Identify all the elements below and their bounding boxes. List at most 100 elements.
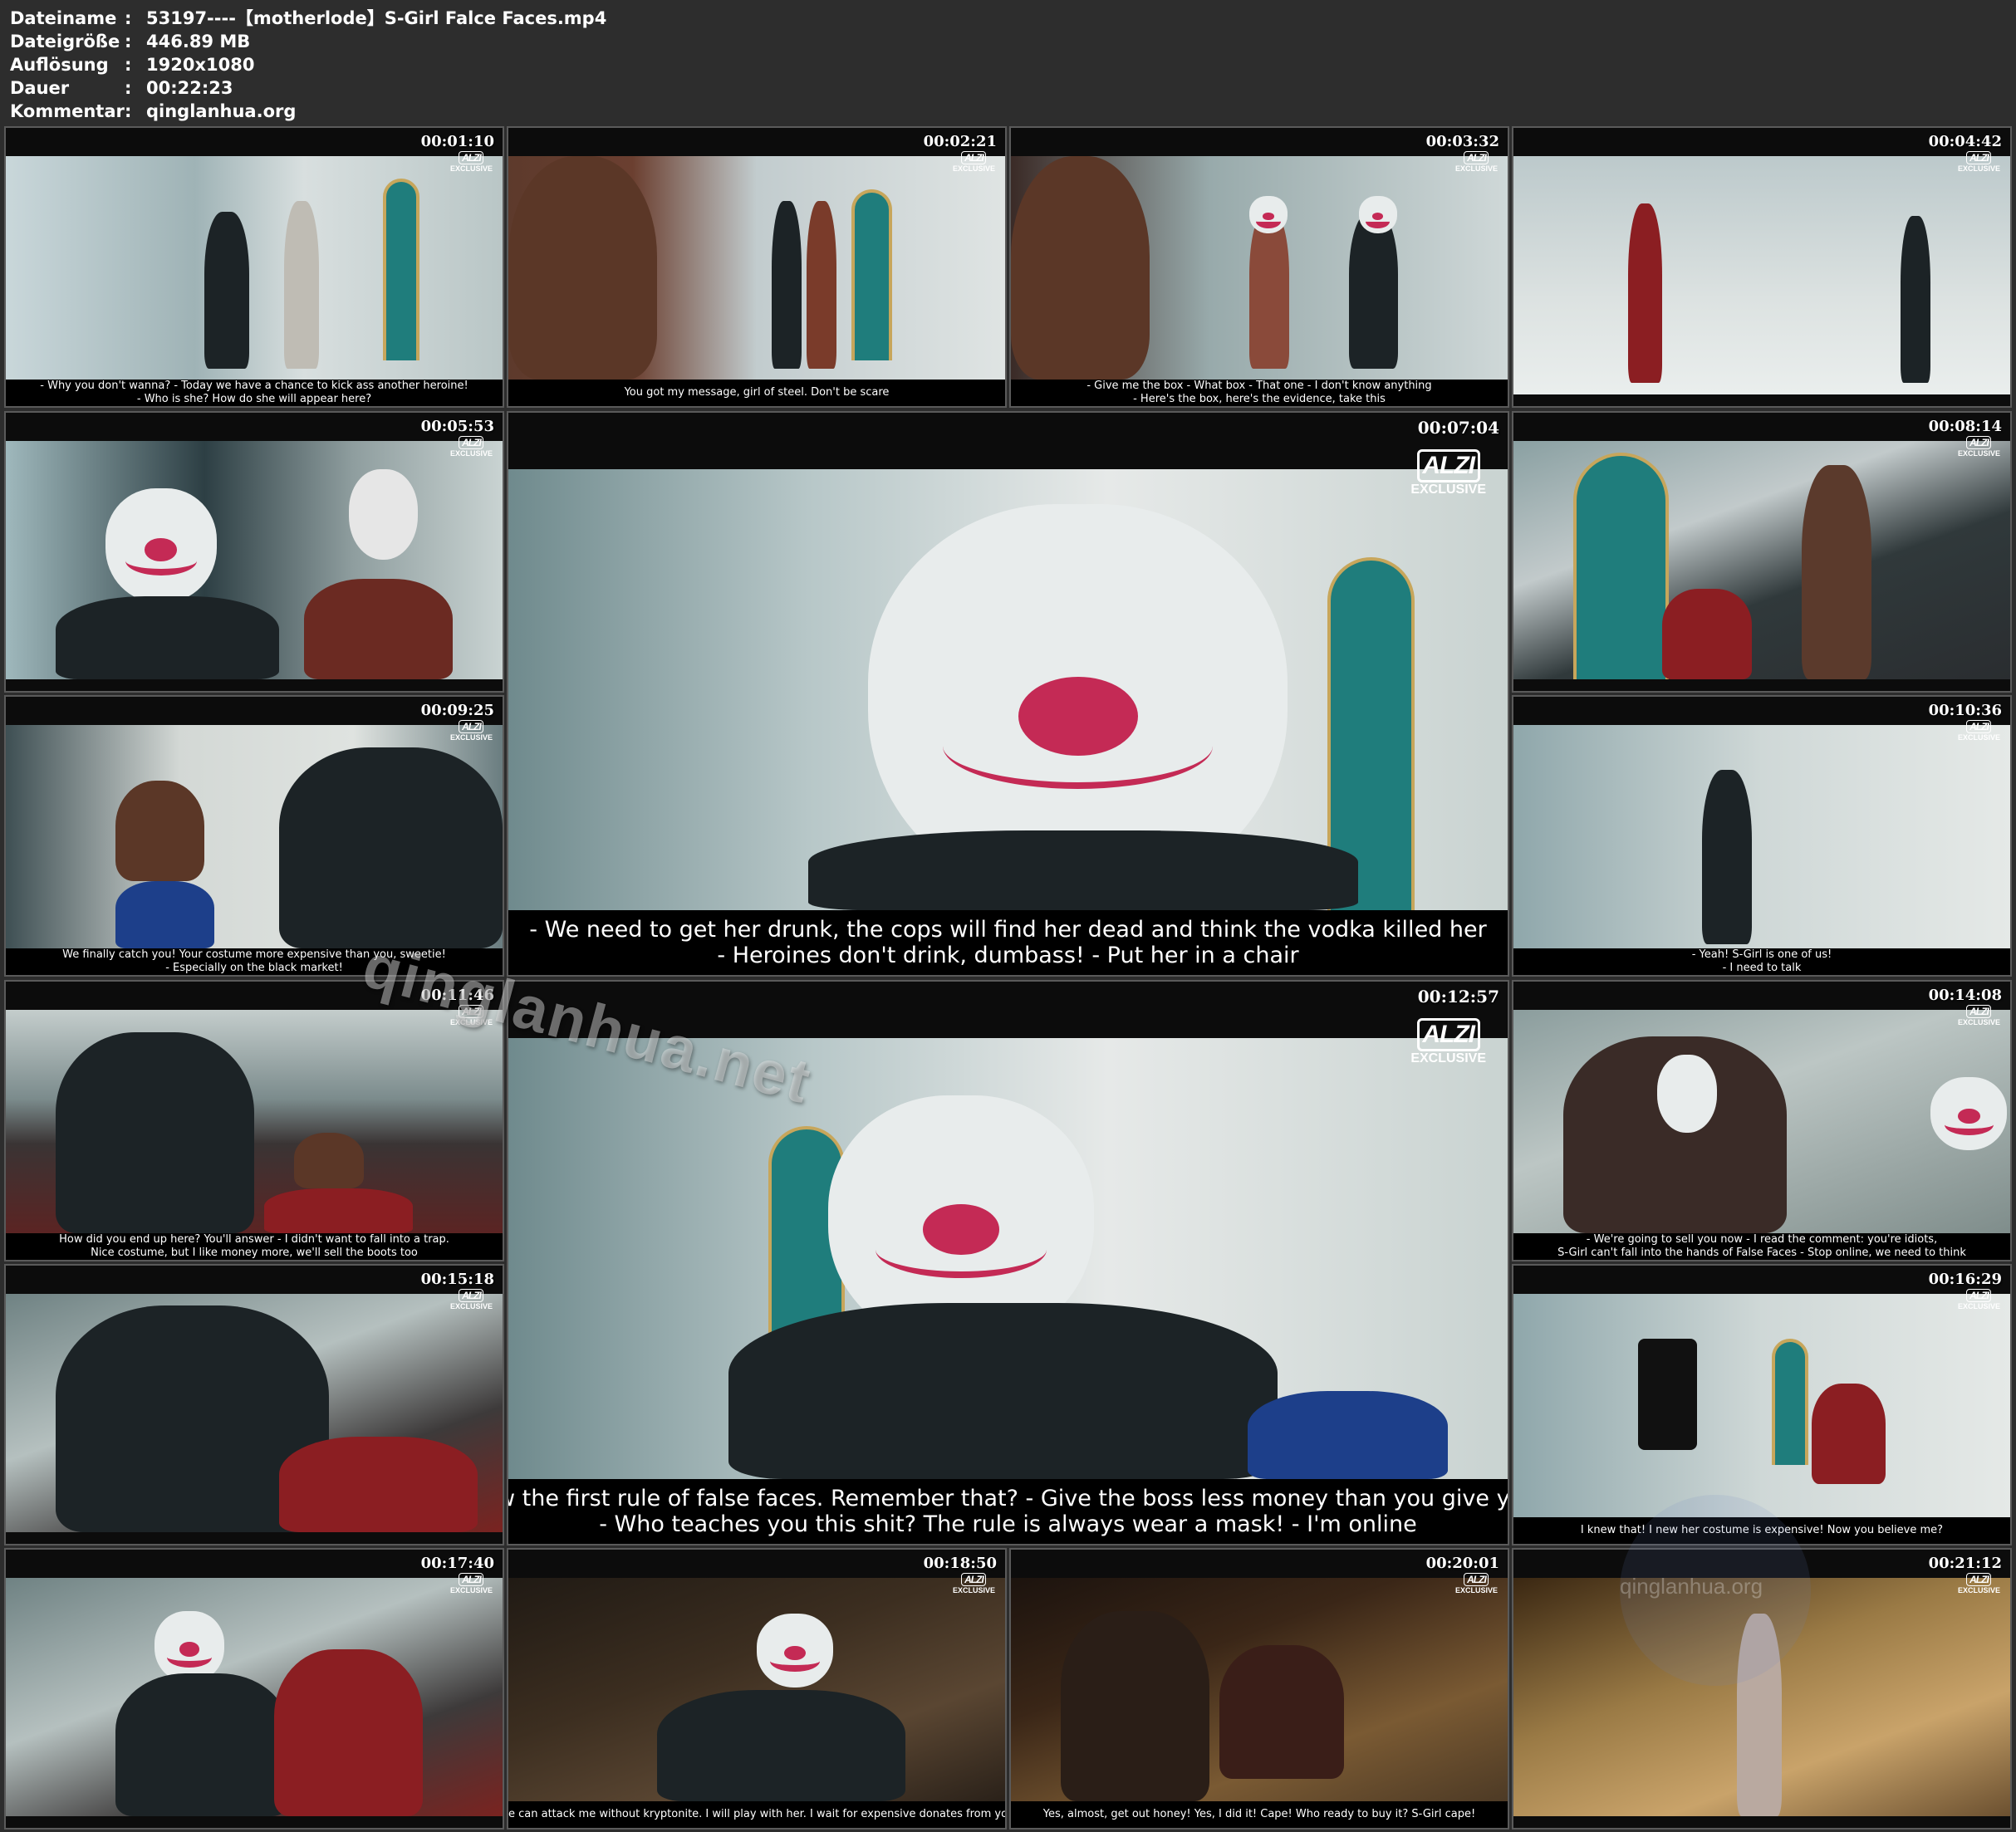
heroine-figure bbox=[1248, 1390, 1448, 1479]
subtitle-bar: How did you end up here? You'll answer -… bbox=[6, 1233, 503, 1260]
subtitle-line: - Heroines don't drink, dumbass! - Put h… bbox=[717, 943, 1299, 968]
phone bbox=[1637, 1338, 1698, 1451]
logo-subtext: EXCLUSIVE bbox=[1957, 1586, 2000, 1594]
timestamp-label: 00:17:40 bbox=[420, 1555, 494, 1572]
person-figure bbox=[278, 747, 503, 948]
subtitle-bar: Yes, almost, get out honey! Yes, I did i… bbox=[1011, 1801, 1508, 1828]
thumbnail-frame[interactable]: 00:07:04 ALZI EXCLUSIVE - We need to get he… bbox=[508, 413, 1508, 975]
subtitle-line: - We're going to sell you now - I read t… bbox=[1586, 1233, 1938, 1246]
timestamp-label: 00:10:36 bbox=[1928, 702, 2002, 719]
heroine-figure bbox=[1662, 588, 1753, 679]
info-value: 00:22:23 bbox=[146, 78, 233, 98]
thumbnail-frame[interactable]: 00:01:10 ALZI EXCLUSIVE - Why you don't wan… bbox=[6, 128, 503, 406]
logo-mark: ALZI bbox=[1966, 1289, 1992, 1302]
mirror-arch bbox=[1572, 453, 1670, 679]
hair bbox=[115, 781, 205, 882]
thumbnail-frame[interactable]: 00:14:08 ALZI EXCLUSIVE - We're going to se… bbox=[1513, 982, 2010, 1260]
person-figure bbox=[283, 200, 319, 369]
timestamp-label: 00:16:29 bbox=[1928, 1271, 2002, 1288]
subtitle-line: She can attack me without kryptonite. I … bbox=[508, 1808, 1005, 1820]
logo-subtext: EXCLUSIVE bbox=[1454, 164, 1498, 173]
video-frame-image bbox=[1011, 1578, 1508, 1801]
video-frame-image bbox=[508, 156, 1005, 380]
subtitle-bar: She can attack me without kryptonite. I … bbox=[508, 1801, 1005, 1828]
video-frame-image bbox=[1513, 441, 2010, 679]
thumbnail-frame[interactable]: 00:02:21 ALZI EXCLUSIVE You got my message,… bbox=[508, 128, 1005, 406]
info-key: Dateigröße bbox=[10, 32, 120, 51]
thumbnail-frame[interactable]: 00:10:36 ALZI EXCLUSIVE - Yeah! S-Girl is o… bbox=[1513, 697, 2010, 975]
hair bbox=[508, 156, 658, 380]
logo-subtext: EXCLUSIVE bbox=[952, 1586, 995, 1594]
logo-mark: ALZI bbox=[459, 1289, 484, 1302]
logo-subtext: EXCLUSIVE bbox=[1454, 1586, 1498, 1594]
person-figure bbox=[1901, 215, 1931, 383]
thumbnail-frame[interactable]: 00:15:18 ALZI EXCLUSIVE bbox=[6, 1266, 503, 1544]
alzi-exclusive-logo: ALZI EXCLUSIVE bbox=[1455, 151, 1498, 173]
timestamp-label: 00:21:12 bbox=[1928, 1555, 2002, 1572]
person-figure bbox=[728, 1302, 1278, 1479]
subtitle-line: How did you end up here? You'll answer -… bbox=[59, 1233, 449, 1246]
logo-subtext: EXCLUSIVE bbox=[1957, 733, 2000, 742]
thumbnail-frame[interactable]: 00:08:14 ALZI EXCLUSIVE bbox=[1513, 413, 2010, 691]
subtitle-line: - Yeah! S-Girl is one of us! bbox=[1691, 948, 1832, 961]
timestamp-label: 00:09:25 bbox=[420, 702, 494, 719]
heroine-figure bbox=[115, 881, 215, 948]
video-frame-image bbox=[6, 441, 503, 679]
heroine-figure bbox=[1219, 1644, 1344, 1780]
info-key: Dateiname bbox=[10, 8, 117, 28]
alzi-exclusive-logo: ALZI EXCLUSIVE bbox=[1958, 1573, 2000, 1594]
clown-smile bbox=[1944, 1114, 1994, 1135]
alzi-exclusive-logo: ALZI EXCLUSIVE bbox=[953, 1573, 995, 1594]
video-frame-image bbox=[508, 1578, 1005, 1801]
timestamp-label: 00:01:10 bbox=[420, 133, 494, 150]
logo-subtext: EXCLUSIVE bbox=[1410, 482, 1486, 497]
timestamp-label: 00:04:42 bbox=[1928, 133, 2002, 150]
thumbnail-frame[interactable]: 00:16:29 ALZI EXCLUSIVE I knew that! I new … bbox=[1513, 1266, 2010, 1544]
logo-mark: ALZI bbox=[459, 720, 484, 733]
person-figure bbox=[1702, 769, 1753, 944]
thumbnail-frame[interactable]: 00:20:01 ALZI EXCLUSIVE Yes, almost, get ou… bbox=[1011, 1550, 1508, 1828]
video-frame-image bbox=[1011, 156, 1508, 380]
info-key: Auflösung bbox=[10, 55, 109, 75]
thumbnail-frame[interactable]: 00:11:46 ALZI EXCLUSIVE How did you end up … bbox=[6, 982, 503, 1260]
info-value: 446.89 MB bbox=[146, 32, 251, 51]
person-figure bbox=[55, 1031, 254, 1233]
thumbnail-frame[interactable]: 00:17:40 ALZI EXCLUSIVE bbox=[6, 1550, 503, 1828]
info-row-filesize: Dateigröße : 446.89 MB bbox=[10, 32, 251, 51]
logo-subtext: EXCLUSIVE bbox=[449, 1302, 493, 1310]
watermark-small-text: qinglanhua.org bbox=[1620, 1574, 1763, 1599]
person-figure bbox=[1060, 1611, 1210, 1801]
alzi-exclusive-logo: ALZI EXCLUSIVE bbox=[1455, 1573, 1498, 1594]
person-figure bbox=[1249, 212, 1289, 369]
mirror-arch bbox=[1771, 1338, 1808, 1465]
person-figure bbox=[303, 579, 454, 679]
logo-mark: ALZI bbox=[1464, 1573, 1489, 1586]
logo-subtext: EXCLUSIVE bbox=[952, 164, 995, 173]
timestamp-label: 00:03:32 bbox=[1425, 133, 1499, 150]
thumbnail-frame[interactable]: 00:18:50 ALZI EXCLUSIVE She can attack me w… bbox=[508, 1550, 1005, 1828]
logo-subtext: EXCLUSIVE bbox=[1957, 164, 2000, 173]
logo-mark: ALZI bbox=[961, 151, 987, 164]
subtitle-bar: You got my message, girl of steel. Don't… bbox=[508, 380, 1005, 406]
subtitle-bar: - Why you don't wanna? - Today we have a… bbox=[6, 380, 503, 406]
alzi-exclusive-logo: ALZI EXCLUSIVE bbox=[1958, 436, 2000, 458]
info-row-filename: Dateiname : 53197----【motherlode】S-Girl … bbox=[10, 8, 607, 28]
info-value: qinglanhua.org bbox=[146, 101, 297, 121]
thumbnail-frame[interactable]: 00:09:25 ALZI EXCLUSIVE We finally catch yo… bbox=[6, 697, 503, 975]
thumbnail-frame[interactable]: 00:04:42 ALZI EXCLUSIVE bbox=[1513, 128, 2010, 406]
thumbnail-frame[interactable]: 00:05:53 ALZI EXCLUSIVE bbox=[6, 413, 503, 691]
alzi-exclusive-logo: ALZI EXCLUSIVE bbox=[953, 151, 995, 173]
subtitle-line: - Who is she? How do she will appear her… bbox=[136, 393, 372, 405]
person-figure bbox=[771, 200, 802, 369]
video-frame-image bbox=[6, 156, 503, 380]
logo-mark: ALZI bbox=[1966, 720, 1992, 733]
logo-mark: ALZI bbox=[1416, 449, 1480, 482]
timestamp-label: 00:15:18 bbox=[420, 1271, 494, 1288]
logo-subtext: EXCLUSIVE bbox=[449, 733, 493, 742]
logo-mark: ALZI bbox=[1416, 1018, 1480, 1051]
thumbnail-frame[interactable]: 00:03:32 ALZI EXCLUSIVE - Give me the box -… bbox=[1011, 128, 1508, 406]
person-figure bbox=[1801, 464, 1871, 679]
logo-mark: ALZI bbox=[459, 436, 484, 449]
logo-subtext: EXCLUSIVE bbox=[449, 1586, 493, 1594]
video-frame-image bbox=[1513, 156, 2010, 394]
